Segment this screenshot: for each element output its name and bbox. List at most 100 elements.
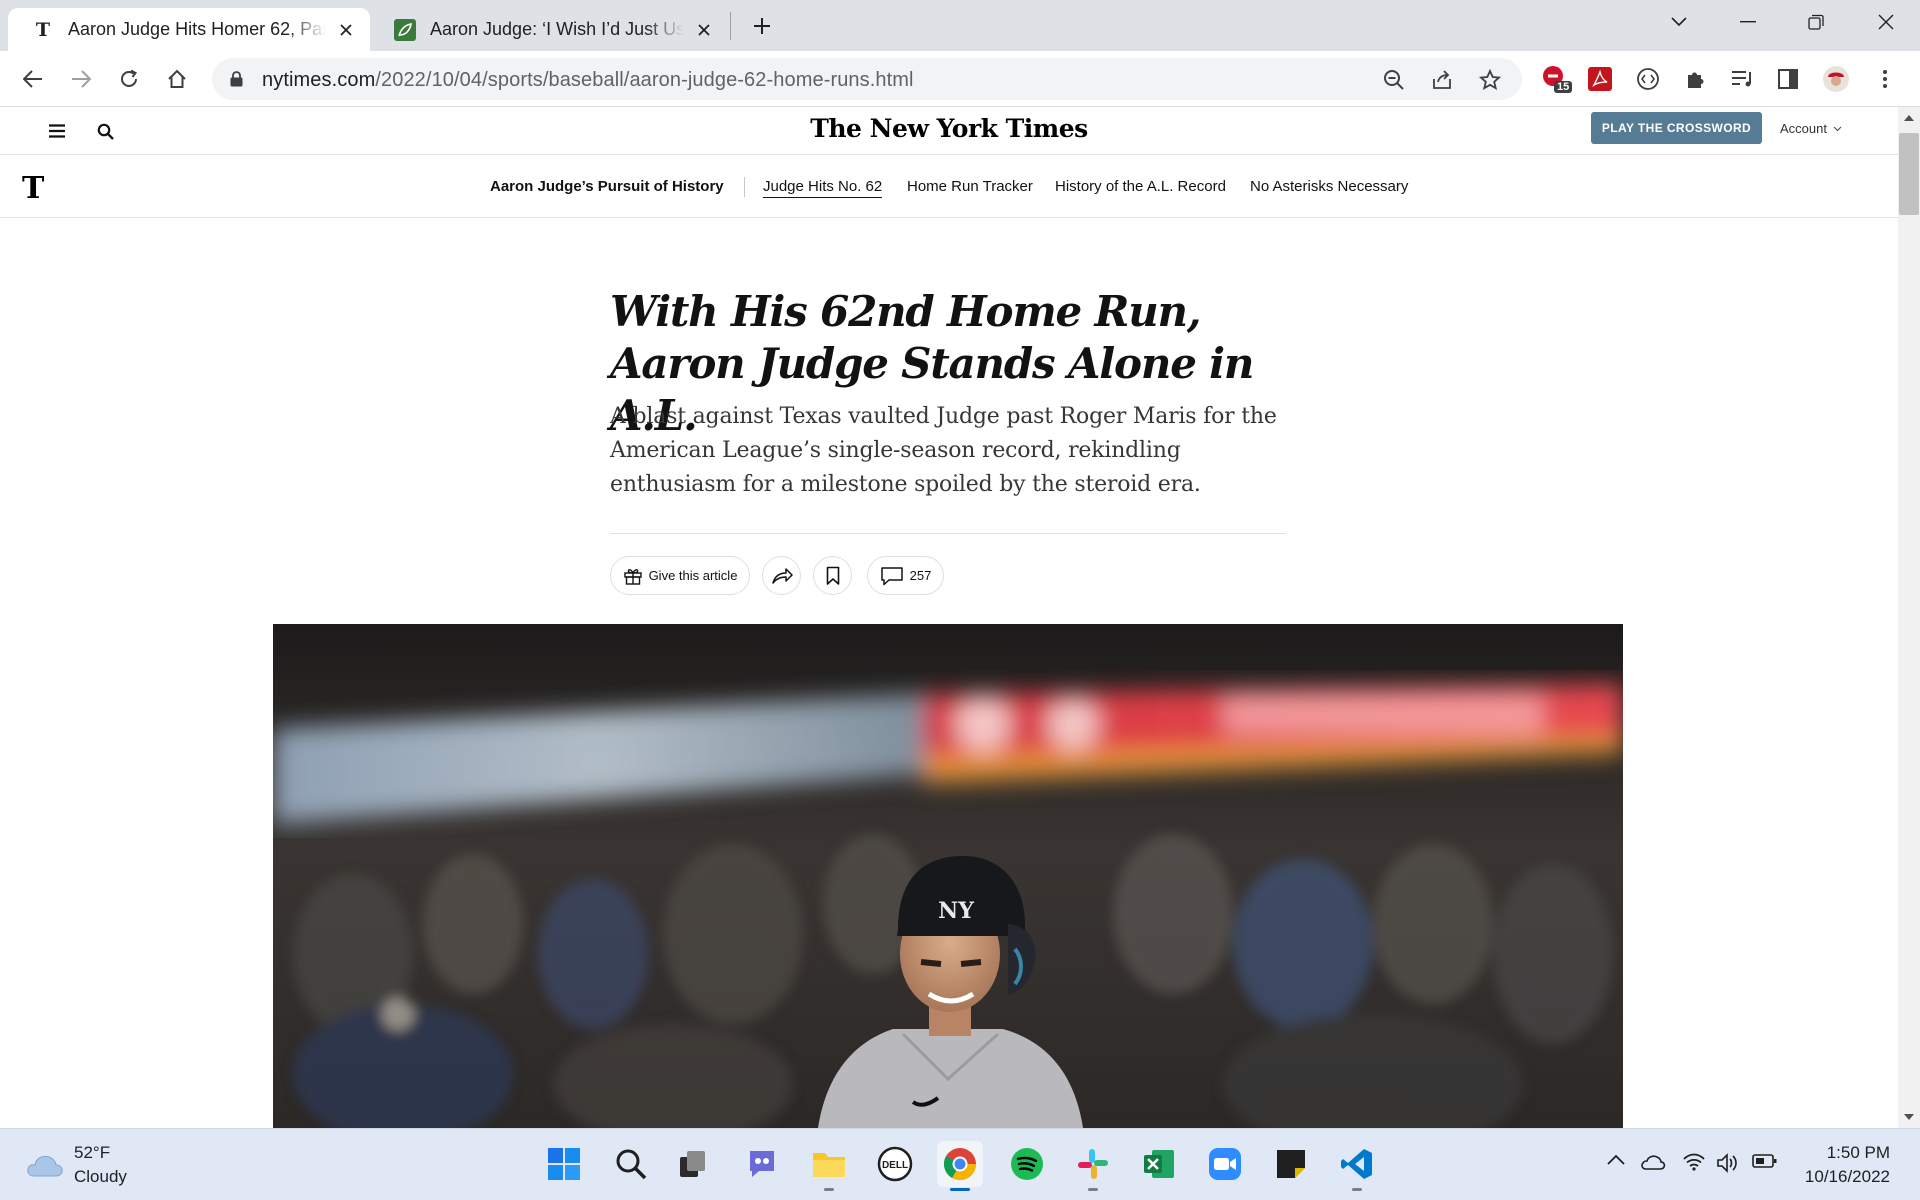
nav-item-no-asterisks[interactable]: No Asterisks Necessary xyxy=(1250,178,1408,195)
home-icon[interactable] xyxy=(160,63,194,95)
wifi-icon[interactable] xyxy=(1682,1153,1706,1171)
running-indicator xyxy=(1088,1188,1098,1191)
save-article-button[interactable] xyxy=(813,556,852,595)
zoom-app-button[interactable] xyxy=(1202,1141,1248,1187)
taskbar-clock[interactable]: 1:50 PM 10/16/2022 xyxy=(1805,1141,1890,1189)
chrome-app-button[interactable] xyxy=(937,1141,983,1191)
dell-app-button[interactable]: DELL xyxy=(872,1141,918,1187)
comments-button[interactable]: 257 xyxy=(867,556,944,595)
svg-text:DELL: DELL xyxy=(882,1160,908,1171)
slack-app-button[interactable] xyxy=(1070,1141,1116,1191)
media-queue-icon[interactable] xyxy=(1726,63,1758,95)
nyt-top-bar: The New York Times PLAY THE CROSSWORD Ac… xyxy=(0,107,1898,155)
chevron-down-icon xyxy=(1833,126,1842,131)
give-article-button[interactable]: Give this article xyxy=(610,556,750,595)
tab-second-article[interactable]: Aaron Judge: ‘I Wish I’d Just Used My Ow… xyxy=(370,8,728,51)
url-text[interactable]: nytimes.com/2022/10/04/sports/baseball/a… xyxy=(262,69,914,92)
leaf-favicon-icon xyxy=(394,18,416,41)
scroll-down-arrow-icon[interactable] xyxy=(1904,1114,1914,1120)
tab-search-chevron-icon[interactable] xyxy=(1664,10,1694,34)
side-panel-icon[interactable] xyxy=(1772,63,1804,95)
teams-chat-button[interactable] xyxy=(739,1141,785,1187)
zoom-out-icon[interactable] xyxy=(1382,68,1406,92)
article-summary: A blast against Texas vaulted Judge past… xyxy=(610,404,1277,497)
nav-item-home-run-tracker[interactable]: Home Run Tracker xyxy=(907,178,1033,195)
weather-widget[interactable]: 52°F Cloudy xyxy=(26,1141,127,1189)
onedrive-cloud-icon[interactable] xyxy=(1640,1153,1666,1171)
account-label: Account xyxy=(1780,121,1827,136)
task-view-icon xyxy=(680,1151,705,1177)
zoom-icon xyxy=(1209,1148,1241,1180)
spotify-app-button[interactable] xyxy=(1004,1141,1050,1187)
nav-section-title[interactable]: Aaron Judge’s Pursuit of History xyxy=(490,178,724,195)
close-tab-icon[interactable] xyxy=(334,18,358,42)
nyt-t-logo-icon[interactable]: T xyxy=(22,171,44,206)
file-explorer-button[interactable] xyxy=(806,1141,852,1191)
nav-item-al-record-history[interactable]: History of the A.L. Record xyxy=(1055,178,1226,195)
running-indicator xyxy=(1352,1188,1362,1191)
vscode-app-button[interactable] xyxy=(1334,1141,1380,1191)
profile-avatar[interactable] xyxy=(1820,63,1852,95)
search-icon xyxy=(616,1149,647,1180)
story-nav-bar: T Aaron Judge’s Pursuit of History Judge… xyxy=(0,155,1898,218)
close-tab-icon[interactable] xyxy=(692,18,716,42)
taskbar-search-button[interactable] xyxy=(608,1141,654,1187)
folder-icon xyxy=(813,1153,845,1177)
dev-extension-icon[interactable] xyxy=(1632,63,1664,95)
windows-logo-icon xyxy=(548,1148,580,1180)
extension-badge: 15 xyxy=(1554,81,1573,93)
tab-title: Aaron Judge Hits Homer 62, Passes Maris xyxy=(68,19,326,39)
dell-logo-icon: DELL xyxy=(877,1146,913,1182)
page-scrollbar-thumb[interactable] xyxy=(1899,133,1919,215)
tray-overflow-chevron-icon[interactable] xyxy=(1606,1153,1626,1167)
weather-temperature: 52°F xyxy=(74,1143,111,1162)
minimize-window-button[interactable] xyxy=(1730,8,1766,36)
page-scrollbar-track[interactable] xyxy=(1898,107,1920,1128)
chat-icon xyxy=(750,1151,774,1177)
spotify-icon xyxy=(1011,1148,1043,1180)
comment-bubble-icon xyxy=(880,566,903,585)
windows-taskbar: 52°F Cloudy DELL 1:50 PM 10/16/2022 xyxy=(0,1128,1920,1200)
extension-adblock-icon[interactable]: 15 xyxy=(1538,61,1574,97)
excel-app-button[interactable] xyxy=(1136,1141,1182,1187)
comment-count: 257 xyxy=(909,568,932,583)
back-arrow-icon[interactable] xyxy=(16,63,50,95)
hero-photo-aaron-judge[interactable]: NY xyxy=(273,624,1623,1128)
battery-icon[interactable] xyxy=(1752,1153,1778,1169)
chrome-icon xyxy=(943,1148,977,1181)
address-bar[interactable]: nytimes.com/2022/10/04/sports/baseball/a… xyxy=(212,58,1522,100)
running-indicator xyxy=(824,1188,834,1191)
close-window-button[interactable] xyxy=(1868,8,1904,36)
nav-item-judge-hits-62[interactable]: Judge Hits No. 62 xyxy=(763,178,883,198)
nyt-favicon-icon: T xyxy=(35,18,51,41)
give-article-label: Give this article xyxy=(648,568,738,583)
reload-icon[interactable] xyxy=(112,63,146,95)
windows-start-button[interactable] xyxy=(541,1141,587,1187)
share-icon[interactable] xyxy=(1430,68,1454,92)
extensions-puzzle-icon[interactable] xyxy=(1680,63,1712,95)
cloud-icon xyxy=(27,1155,63,1177)
share-arrow-icon xyxy=(771,567,793,584)
forward-arrow-icon[interactable] xyxy=(64,63,98,95)
hero-photo-image: NY xyxy=(273,624,1623,1128)
excel-icon xyxy=(1144,1150,1174,1178)
active-indicator xyxy=(950,1188,970,1191)
sticky-notes-app-button[interactable] xyxy=(1268,1141,1314,1187)
clock-date: 10/16/2022 xyxy=(1804,1167,1890,1186)
volume-icon[interactable] xyxy=(1716,1153,1740,1173)
bookmark-star-icon[interactable] xyxy=(1478,68,1502,92)
scroll-up-arrow-icon[interactable] xyxy=(1904,115,1914,121)
new-tab-button[interactable] xyxy=(748,12,776,40)
account-dropdown[interactable]: Account xyxy=(1780,121,1842,136)
article-divider xyxy=(610,533,1286,534)
play-crossword-button[interactable]: PLAY THE CROSSWORD xyxy=(1591,112,1762,144)
tab-nyt-article[interactable]: T Aaron Judge Hits Homer 62, Passes Mari… xyxy=(8,8,370,51)
lock-icon[interactable] xyxy=(228,70,244,88)
task-view-button[interactable] xyxy=(670,1141,716,1187)
acrobat-extension-icon[interactable] xyxy=(1584,63,1616,95)
chrome-menu-icon[interactable] xyxy=(1870,63,1900,95)
restore-window-button[interactable] xyxy=(1798,8,1834,36)
sticky-note-icon xyxy=(1277,1150,1305,1178)
tab-title: Aaron Judge: ‘I Wish I’d Just Used My Ow… xyxy=(430,19,684,39)
share-article-button[interactable] xyxy=(762,556,801,595)
